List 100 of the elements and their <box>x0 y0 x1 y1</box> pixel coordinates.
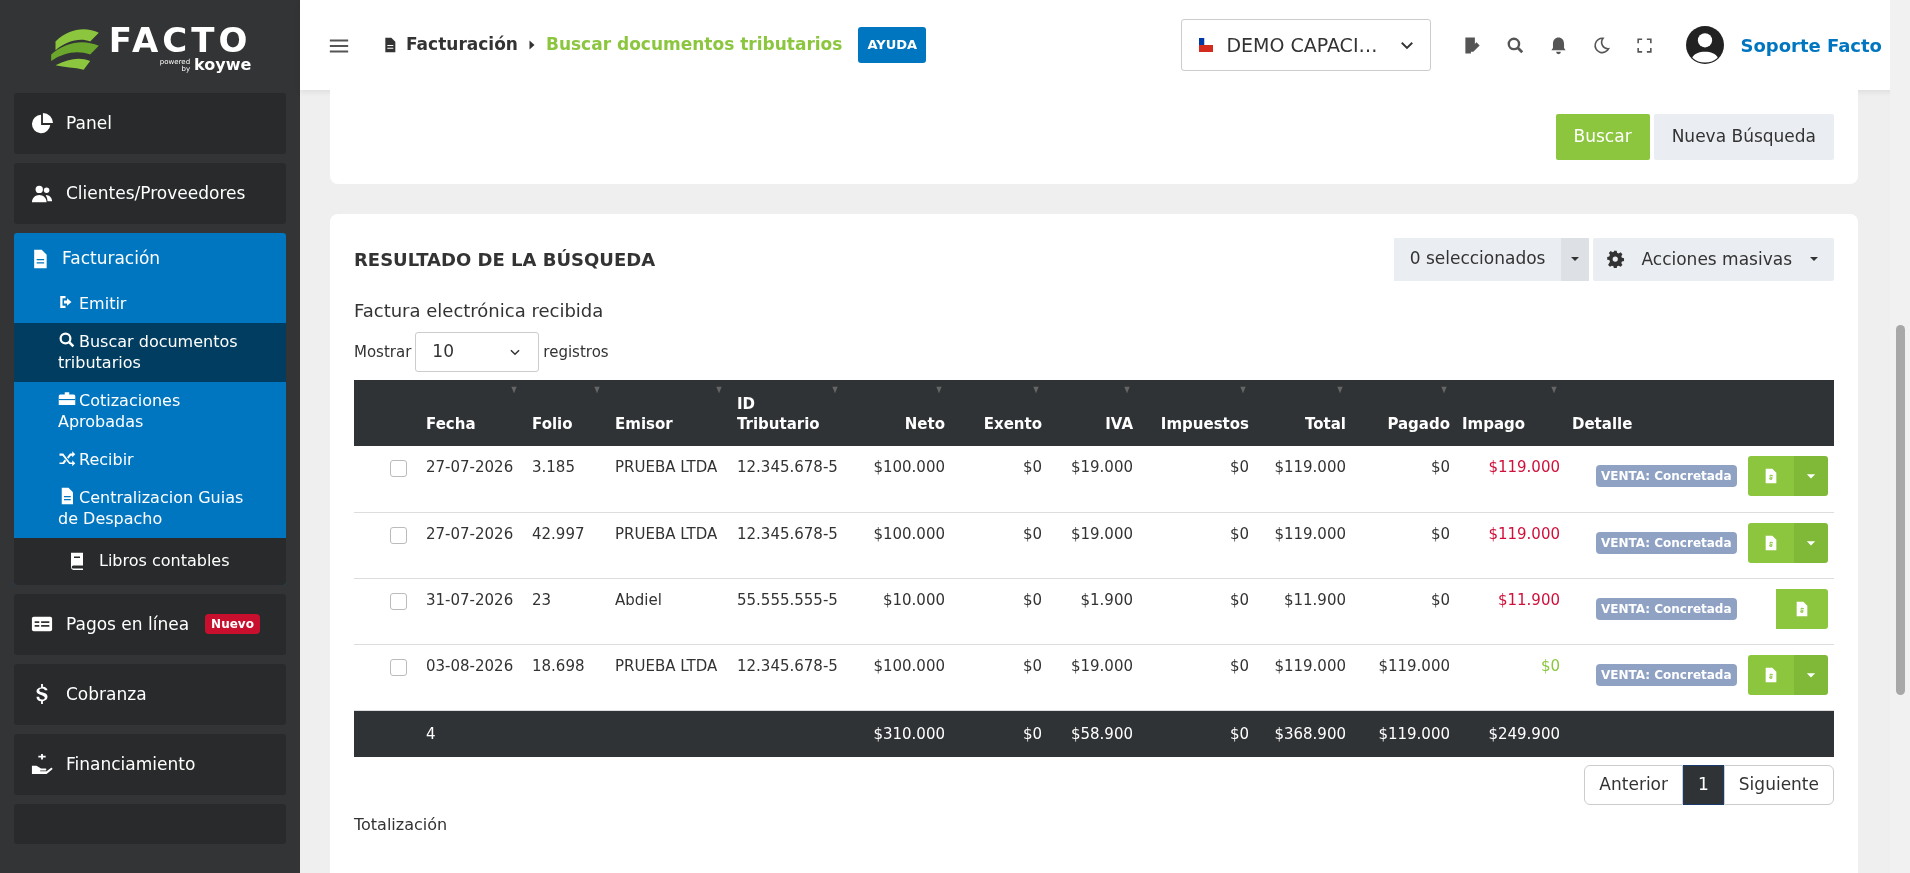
sidebar-item[interactable]: Clientes/Proveedores <box>14 163 286 224</box>
column-header[interactable]: Fecha <box>420 380 526 446</box>
table-cell: $119.000 <box>1255 446 1352 512</box>
table-cell: $0 <box>1139 446 1255 512</box>
column-header[interactable]: Pagado <box>1352 380 1456 446</box>
table-cell: $10.000 <box>847 578 951 644</box>
total-cell: $119.000 <box>1352 710 1456 757</box>
breadcrumb-link[interactable]: Facturación <box>406 32 518 58</box>
sidebar-label: Panel <box>66 111 112 135</box>
table-cell: 27-07-2026 <box>420 446 526 512</box>
logo-text: FACTO <box>108 23 252 57</box>
document-button[interactable] <box>1748 522 1794 563</box>
table-cell: $100.000 <box>847 446 951 512</box>
total-cell: $0 <box>951 710 1048 757</box>
table-cell: $0 <box>1352 512 1456 578</box>
selected-count: 0 seleccionados <box>1408 246 1547 270</box>
sidebar-item[interactable]: Cobranza <box>14 663 286 725</box>
row-checkbox[interactable] <box>390 460 407 477</box>
sort-icon <box>1239 386 1247 394</box>
column-header[interactable]: Neto <box>847 380 951 446</box>
sidebar-item[interactable]: Pagos en línea Nuevo <box>14 593 286 655</box>
page-length-select[interactable]: 10 <box>415 332 540 372</box>
dropdown-toggle-button[interactable] <box>1794 456 1828 496</box>
table-cell: 23 <box>526 578 609 644</box>
sidebar-subitem[interactable]: Emitir <box>14 285 286 323</box>
pagination-button[interactable]: 1 <box>1683 765 1724 805</box>
sort-icon <box>1123 386 1131 394</box>
table-cell: $119.000 <box>1255 512 1352 578</box>
column-header[interactable]: IVA <box>1048 380 1139 446</box>
document-button[interactable] <box>1748 456 1794 496</box>
sort-icon <box>1550 386 1558 394</box>
row-checkbox[interactable] <box>390 592 407 610</box>
sidebar-subitem[interactable]: Recibir <box>14 440 286 479</box>
column-header[interactable]: Detalle <box>1566 380 1834 446</box>
status-label: VENTA: Concretada <box>1596 531 1737 554</box>
table-cell: $0 <box>1139 512 1255 578</box>
length-label: Mostrar <box>354 341 412 363</box>
edit-icon <box>1463 35 1483 55</box>
length-label: registros <box>543 341 609 363</box>
table-cell: 18.698 <box>526 644 609 710</box>
sidebar-item[interactable]: Panel <box>14 93 286 154</box>
table-cell: $11.900 <box>1255 578 1352 644</box>
section-title: RESULTADO DE LA BÚSQUEDA <box>354 247 656 272</box>
table-cell: $0 <box>1139 644 1255 710</box>
shuffle-icon <box>58 448 76 467</box>
scrollbar-thumb[interactable] <box>1896 325 1905 695</box>
breadcrumb-current: Buscar documentos tributarios <box>545 33 843 57</box>
column-header[interactable]: Total <box>1255 380 1352 446</box>
sidebar-label: Clientes/Proveedores <box>66 181 246 205</box>
search-icon <box>1506 35 1526 55</box>
table-cell: $0 <box>1456 644 1566 710</box>
toolbar-button[interactable] <box>1635 35 1655 55</box>
table-cell: $11.900 <box>1456 578 1566 644</box>
sidebar-subitem[interactable]: Cotizaciones Aprobadas <box>14 381 286 441</box>
sidebar-item[interactable]: Facturación <box>14 233 286 285</box>
column-header[interactable]: Impuestos <box>1139 380 1255 446</box>
table-cell: $119.000 <box>1456 446 1566 512</box>
column-header[interactable]: Emisor <box>609 380 731 446</box>
table-cell: $19.000 <box>1048 446 1139 512</box>
selection-dropdown[interactable]: 0 seleccionados <box>1393 237 1590 281</box>
dropdown-toggle-button[interactable] <box>1794 522 1828 563</box>
sidebar-item[interactable]: Financiamiento <box>14 733 286 795</box>
toolbar-button[interactable] <box>1592 35 1612 55</box>
sort-icon <box>593 386 601 394</box>
dropdown-toggle-button[interactable] <box>1561 237 1590 281</box>
sort-icon <box>715 386 723 394</box>
toolbar-button[interactable] <box>1463 35 1483 55</box>
bulk-actions-button[interactable]: Acciones masivas <box>1593 237 1834 281</box>
column-header[interactable]: Exento <box>951 380 1048 446</box>
new-search-button[interactable]: Nueva Búsqueda <box>1653 114 1834 160</box>
column-header[interactable]: Folio <box>526 380 609 446</box>
document-button[interactable] <box>1748 654 1794 695</box>
help-button[interactable]: AYUDA <box>858 27 927 63</box>
user-name-link[interactable]: Soporte Facto <box>1740 31 1882 59</box>
column-header[interactable]: Impago <box>1456 380 1566 446</box>
column-header[interactable]: ID Tributario <box>731 380 847 446</box>
toolbar-button[interactable] <box>1506 35 1526 55</box>
sidebar-subitem[interactable]: Centralizacion Guias de Despacho <box>14 478 286 538</box>
document-button[interactable] <box>1776 588 1828 629</box>
company-select[interactable]: DEMO CAPACI… <box>1181 19 1432 71</box>
table-cell: PRUEBA LTDA <box>609 644 731 710</box>
row-checkbox[interactable] <box>390 526 407 544</box>
pagination-button[interactable]: Siguiente <box>1723 765 1834 805</box>
sidebar-subitem[interactable]: Buscar documentos tributarios <box>14 322 286 382</box>
row-checkbox[interactable] <box>390 658 407 676</box>
table-subtitle: Factura electrónica recibida <box>354 299 605 323</box>
table-cell: 12.345.678-5 <box>731 512 847 578</box>
total-cell: $249.900 <box>1456 710 1566 757</box>
sort-icon <box>1032 386 1040 394</box>
invoice-icon <box>1763 466 1779 486</box>
briefcase-icon <box>58 389 76 408</box>
dropdown-toggle-button[interactable] <box>1794 654 1828 695</box>
document-icon <box>382 36 398 54</box>
table-cell: $119.000 <box>1352 644 1456 710</box>
button-label: Acciones masivas <box>1641 247 1792 271</box>
new-badge: Nuevo <box>205 614 260 635</box>
sidebar-subitem[interactable]: Libros contables <box>14 537 286 585</box>
pagination-button[interactable]: Anterior <box>1584 765 1683 805</box>
table-cell: $0 <box>1352 446 1456 512</box>
table-cell: 42.997 <box>526 512 609 578</box>
